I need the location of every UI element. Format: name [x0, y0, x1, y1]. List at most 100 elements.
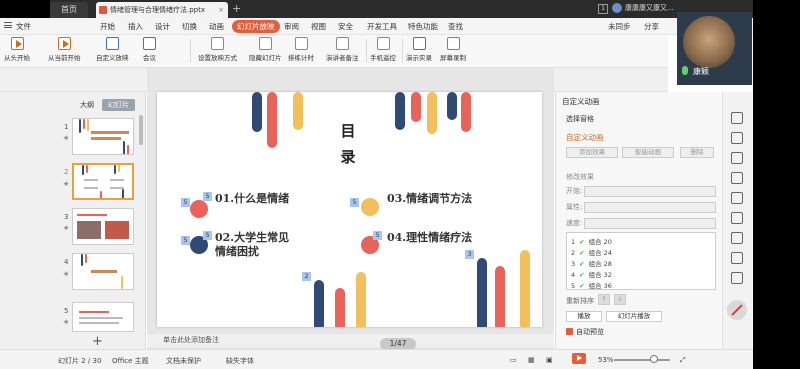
- view-reading-icon[interactable]: ▣: [546, 356, 553, 364]
- property-select[interactable]: [584, 202, 716, 213]
- star-animation-icon[interactable]: [731, 112, 743, 124]
- tab-slides[interactable]: 幻灯片: [102, 99, 135, 111]
- speaker-notes-button[interactable]: 演讲者备注: [326, 37, 359, 62]
- tab-document[interactable]: 情绪管理与合理情绪疗法.pptx ×: [96, 2, 228, 18]
- menu-animation[interactable]: 动画: [209, 20, 224, 33]
- decor-bar: [477, 258, 487, 327]
- menu-insert[interactable]: 插入: [128, 20, 143, 33]
- mic-muted-icon[interactable]: [727, 300, 747, 320]
- autopreview-checkbox[interactable]: [566, 328, 573, 335]
- animation-list-item[interactable]: 3 ✔ 组合 28: [571, 258, 612, 268]
- menu-transition[interactable]: 切换: [182, 20, 197, 33]
- custom-show-button[interactable]: 自定义放映: [96, 37, 129, 62]
- zoom-slider[interactable]: [614, 359, 670, 361]
- share-icon[interactable]: [731, 252, 743, 264]
- animation-tag[interactable]: 5: [181, 236, 190, 245]
- animation-list-item[interactable]: 2 ✔ 组合 24: [571, 247, 612, 257]
- menu-design[interactable]: 设计: [155, 20, 170, 33]
- transition-icon[interactable]: [731, 132, 743, 144]
- animation-list-item[interactable]: 5 ✔ 组合 36: [571, 280, 612, 290]
- rehearse-timing-button[interactable]: 排练计时: [288, 37, 314, 62]
- slide-thumbnail-4[interactable]: [72, 253, 134, 290]
- slide[interactable]: 目录 01.什么是情绪 03.情绪调节方法 02.大学生常见 情绪困扰 04.理…: [157, 92, 542, 327]
- thumb-bar: [121, 276, 123, 289]
- document-icon[interactable]: [731, 272, 743, 284]
- slide-thumbnail-1[interactable]: [72, 118, 134, 155]
- selection-pane-link[interactable]: 选择窗格: [566, 114, 594, 124]
- hide-slide-button[interactable]: 隐藏幻灯片: [249, 37, 282, 62]
- menu-start[interactable]: 开始: [100, 20, 115, 33]
- slide-thumbnail-3[interactable]: [72, 208, 134, 245]
- screen-record-button[interactable]: 屏幕录制: [440, 37, 466, 62]
- animation-tag[interactable]: 5: [350, 198, 359, 207]
- section-item-4[interactable]: 04.理性情绪疗法: [387, 231, 472, 245]
- notes-area[interactable]: 单击此处添加备注: [147, 334, 554, 347]
- tab-home[interactable]: 首页: [50, 2, 88, 18]
- tab-outline[interactable]: 大纲: [80, 100, 94, 110]
- slideshow-play-button[interactable]: 幻灯片播放: [606, 311, 662, 322]
- slideshow-play-icon[interactable]: [572, 353, 586, 364]
- thumb-bar: [114, 165, 116, 174]
- zoom-slider-handle[interactable]: [650, 355, 658, 363]
- decor-bar: [356, 272, 366, 327]
- section-item-3[interactable]: 03.情绪调节方法: [387, 192, 472, 206]
- speed-label: 速度:: [566, 219, 583, 227]
- close-tab-icon[interactable]: ×: [218, 2, 224, 18]
- phone-remote-button[interactable]: 手机遥控: [370, 37, 396, 62]
- shape-icon[interactable]: [731, 152, 743, 164]
- smart-animation-button[interactable]: 智能动画: [622, 147, 674, 158]
- thumbnail-scrollbar[interactable]: [139, 115, 143, 145]
- move-down-icon[interactable]: ↓: [614, 294, 626, 305]
- slide-number: 1: [64, 123, 69, 131]
- section-item-2[interactable]: 02.大学生常见 情绪困扰: [215, 231, 289, 259]
- chart-icon[interactable]: [731, 192, 743, 204]
- fit-window-icon[interactable]: ⤢: [680, 356, 686, 365]
- speed-select[interactable]: [584, 218, 716, 229]
- delete-button[interactable]: 删除: [680, 147, 714, 158]
- setup-show-button[interactable]: 设置放映方式: [198, 37, 237, 62]
- animation-tag[interactable]: 5: [373, 231, 382, 240]
- animation-list-item[interactable]: 4 ✔ 组合 32: [571, 269, 612, 279]
- slide-thumbnail-5[interactable]: [72, 302, 134, 332]
- record-demo-button[interactable]: 演示实录: [406, 37, 432, 62]
- zoom-level: 53%: [598, 356, 614, 364]
- move-up-icon[interactable]: ↑: [598, 294, 610, 305]
- animation-tag[interactable]: 5: [203, 231, 212, 240]
- animation-tag[interactable]: 5: [181, 198, 190, 207]
- tools-icon[interactable]: [731, 232, 743, 244]
- start-select[interactable]: [584, 186, 716, 197]
- protect-status[interactable]: 文档未保护: [166, 356, 201, 366]
- user-account[interactable]: 康康康又康又...: [612, 3, 674, 13]
- play-from-current-button[interactable]: 从当前开始: [48, 37, 81, 62]
- sync-status[interactable]: 未同步: [608, 20, 631, 33]
- menu-slideshow[interactable]: 幻灯片放映: [232, 20, 280, 33]
- animation-tag[interactable]: 2: [302, 272, 311, 281]
- menu-file[interactable]: 文件: [4, 20, 31, 33]
- menu-security[interactable]: 安全: [338, 20, 353, 33]
- play-from-start-button[interactable]: 从头开始: [4, 37, 30, 62]
- menu-search[interactable]: 查找: [448, 20, 463, 33]
- play-preview-button[interactable]: 播放: [566, 311, 602, 322]
- missing-fonts[interactable]: 缺失字体: [226, 356, 254, 366]
- animation-list-item[interactable]: 1 ✔ 组合 20: [571, 236, 612, 246]
- menu-view[interactable]: 视图: [311, 20, 326, 33]
- animation-tag[interactable]: 5: [203, 192, 212, 201]
- share-button[interactable]: 分享: [644, 20, 659, 33]
- menu-features[interactable]: 特色功能: [408, 20, 438, 33]
- slide-title[interactable]: 目录: [338, 118, 358, 170]
- window-count-badge[interactable]: 1: [598, 4, 608, 14]
- section-item-1[interactable]: 01.什么是情绪: [215, 192, 289, 206]
- meeting-button[interactable]: 会议: [143, 37, 156, 62]
- add-slide-button[interactable]: +: [92, 334, 103, 349]
- menu-devtools[interactable]: 开发工具: [367, 20, 397, 33]
- decor-bar: [461, 92, 471, 132]
- view-normal-icon[interactable]: ▭: [510, 356, 517, 364]
- design-icon[interactable]: [731, 172, 743, 184]
- slide-thumbnail-2[interactable]: [72, 163, 134, 200]
- new-tab-icon[interactable]: +: [232, 2, 241, 15]
- animation-tag[interactable]: 3: [465, 250, 474, 259]
- add-effect-button[interactable]: 添加效果: [566, 147, 618, 158]
- settings-icon[interactable]: [731, 212, 743, 224]
- view-sorter-icon[interactable]: ▦: [528, 356, 535, 364]
- menu-review[interactable]: 审阅: [284, 20, 299, 33]
